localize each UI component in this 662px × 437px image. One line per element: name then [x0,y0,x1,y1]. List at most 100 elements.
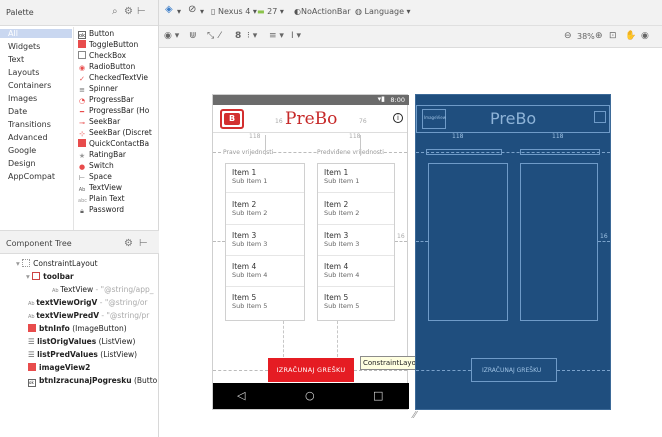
design-mode-dropdown[interactable]: ▾ [177,7,181,16]
align-icon[interactable]: ≡ ▾ [269,31,284,41]
palette-item-textview[interactable]: Ab TextView [78,183,122,193]
recents-icon[interactable]: □ [373,389,383,402]
palette-item-progressbar-horizontal[interactable]: ━ ProgressBar (Ho [78,106,149,116]
palette-item-togglebutton[interactable]: ToggleButton [78,40,138,50]
hide-panel-icon[interactable]: ⊢ [139,238,148,249]
category-google[interactable]: Google [8,146,36,155]
api-level: 27 [267,7,278,16]
tree-node-toolbar[interactable]: ▾ toolbar [26,272,74,284]
home-icon[interactable]: ○ [305,389,315,402]
list-item-subtitle: Sub Item 4 [232,271,268,279]
palette-item-checkedtextview[interactable]: ✓ CheckedTextVie [78,73,148,83]
navigation-bar: ◁ ○ □ [213,383,409,409]
gear-icon[interactable]: ⚙ [124,238,133,249]
blueprint-label-orig[interactable] [426,149,502,155]
palette-item-spinner[interactable]: ≡ Spinner [78,84,118,94]
blueprint-info-button[interactable] [594,111,606,123]
list-pred-values[interactable]: Item 1 Sub Item 1 Item 2 Sub Item 2 Item… [317,163,395,321]
tree-node-textviewOrigV[interactable]: Ab textViewOrigV - "@string/or [28,298,148,310]
list-divider [226,224,304,225]
palette-item-quickcontactbadge[interactable]: QuickContactBa [78,139,149,149]
category-layouts[interactable]: Layouts [8,68,39,77]
tree-node-btninfo[interactable]: btnInfo (ImageButton) [28,324,127,336]
tree-node-imageview2[interactable]: imageView2 [28,363,90,375]
magnet-icon[interactable]: ⋓ [189,31,197,41]
blueprint-list-orig[interactable] [428,163,508,321]
infer-constraints-icon[interactable]: ⁄ [219,31,221,41]
margin-label: 118 [552,133,564,140]
clear-constraints-icon[interactable]: ⤡ [207,31,214,41]
category-all[interactable]: All [0,29,72,38]
palette-item-label: QuickContactBa [89,139,150,148]
calculate-error-button[interactable]: IZRAČUNAJ GREŠKU [268,358,354,382]
eye-icon[interactable]: ◉ ▾ [164,31,179,41]
palette-item-password[interactable]: 🔒︎ Password [78,205,124,215]
category-appcompat[interactable]: AppCompat [8,172,55,181]
palette-item-seekbar[interactable]: ⊸ SeekBar [78,117,120,127]
theme-selector[interactable]: ◐NoActionBar [294,7,351,16]
list-item-subtitle: Sub Item 1 [232,177,268,185]
palette-item-switch[interactable]: ● Switch [78,161,114,171]
tree-node-type: (ListView) [98,337,136,346]
palette-item-progressbar[interactable]: ◔ ProgressBar [78,95,134,105]
list-orig-values[interactable]: Item 1 Sub Item 1 Item 2 Sub Item 2 Item… [225,163,305,321]
orientation-dropdown[interactable]: ▾ [200,7,204,16]
tree-node-toolbar-textview[interactable]: Ab TextView - "@string/app_ [52,285,154,297]
tree-node-listorig[interactable]: ☰ listOrigValues (ListView) [28,337,135,349]
list-item-title: Item 2 [324,200,349,209]
search-icon[interactable]: ⌕ [112,6,118,17]
blueprint-list-pred[interactable] [520,163,598,321]
tree-node-textviewPredV[interactable]: Ab textViewPredV - "@string/pr [28,311,149,323]
palette-item-seekbar-discrete[interactable]: ⊹ SeekBar (Discret [78,128,152,138]
category-text[interactable]: Text [8,55,24,64]
pan-hand-icon[interactable]: ✋ [625,31,636,41]
palette-item-ratingbar[interactable]: ★ RatingBar [78,150,126,160]
tree-node-listpred[interactable]: ☰ listPredValues (ListView) [28,350,137,362]
api-selector[interactable]: ▬ 27 ▾ [257,7,284,16]
globe-icon: ◍ [355,7,365,16]
info-button[interactable]: i [393,113,403,123]
tree-node-label: TextView [60,285,94,294]
gear-icon[interactable]: ⚙ [124,6,133,17]
logo-image[interactable]: B [220,109,244,129]
palette-item-radiobutton[interactable]: ◉ RadioButton [78,62,135,72]
blueprint-calc-button[interactable]: IZRAČUNAJ GREŠKU [471,358,557,382]
guidelines-icon[interactable]: I ▾ [291,31,301,41]
switch-icon: ● [78,163,86,171]
palette-item-button[interactable]: ok Button [78,29,114,39]
label-pred-values[interactable]: Predviđene vrijednosti [317,149,384,156]
palette-item-plaintext[interactable]: abc Plain Text [78,194,125,204]
warnings-icon[interactable]: ◉ [641,31,649,41]
language-selector[interactable]: ◍ Language ▾ [355,7,411,16]
blueprint-logo[interactable]: ImageView [422,109,446,129]
blueprint-surface[interactable]: ImageView PreBo 118 118 16 IZRAČUNAJ GRE… [415,94,611,410]
zoom-in-icon[interactable]: ⊕ [595,31,603,41]
back-icon[interactable]: ◁ [237,389,245,402]
zoom-fit-icon[interactable]: ⊡ [609,31,617,41]
tree-node-root[interactable]: ▾ ConstraintLayout [16,259,98,271]
zoom-out-icon[interactable]: ⊖ [564,31,572,41]
blueprint-label-pred[interactable] [520,149,600,155]
layers-icon[interactable]: ◈ [165,4,173,15]
category-images[interactable]: Images [8,94,37,103]
app-title[interactable]: PreBo [285,109,337,129]
list-item-subtitle: Sub Item 4 [324,271,360,279]
category-advanced[interactable]: Advanced [8,133,48,142]
category-design[interactable]: Design [8,159,36,168]
list-item-title: Item 4 [232,262,257,271]
tree-node-label: ConstraintLayout [33,259,98,268]
palette-item-label: RatingBar [89,150,127,159]
palette-item-space[interactable]: ⊢ Space [78,172,112,182]
resize-handle-icon[interactable]: ⁄⁄ [413,410,416,421]
palette-item-checkbox[interactable]: CheckBox [78,51,126,61]
tree-node-btncalc[interactable]: ok btnIzracunajPogresku (Butto [28,376,157,388]
category-transitions[interactable]: Transitions [8,120,51,129]
default-margin-icon[interactable]: 8 [235,31,241,41]
hide-panel-icon[interactable]: ⊢ [137,6,146,17]
category-widgets[interactable]: Widgets [8,42,40,51]
orientation-icon[interactable]: ⊘ [188,4,196,15]
device-selector[interactable]: ▯ Nexus 4 ▾ [211,7,257,16]
category-date[interactable]: Date [8,107,27,116]
pack-icon[interactable]: ⁝ ▾ [247,31,257,41]
category-containers[interactable]: Containers [8,81,51,90]
